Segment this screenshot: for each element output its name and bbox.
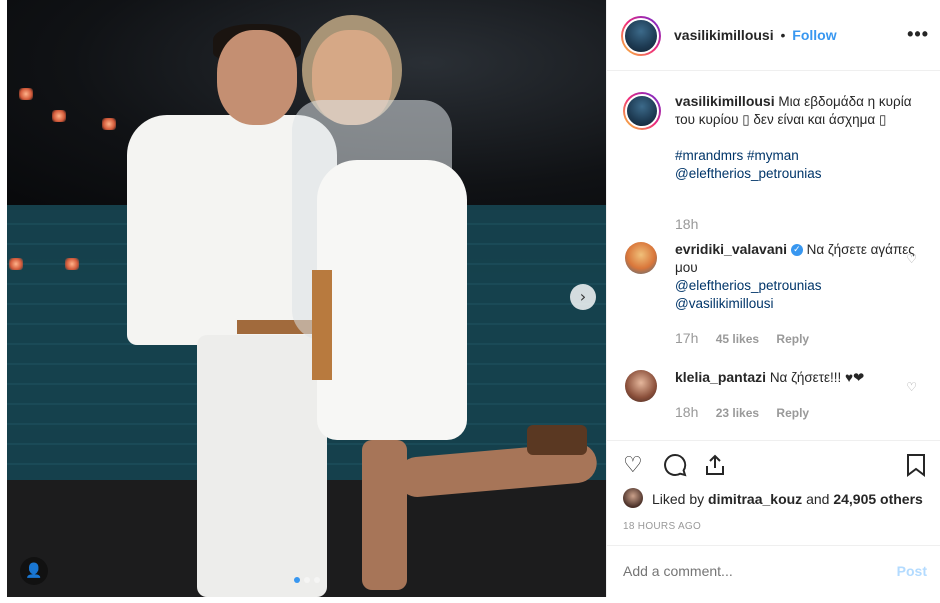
caption-hashtags[interactable]: #mrandmrs #myman	[675, 147, 915, 165]
separator-dot: •	[780, 27, 786, 43]
comment-text: Να ζήσετε!!! ♥❤	[769, 370, 865, 385]
lantern	[19, 88, 33, 100]
share-icon[interactable]	[703, 453, 727, 484]
avatar[interactable]	[625, 242, 657, 274]
comment-text-block: klelia_pantazi Να ζήσετε!!! ♥❤	[675, 368, 915, 387]
carousel-dot	[294, 577, 300, 583]
liked-by-summary: Liked by dimitraa_kouz and 24,905 others	[652, 491, 923, 507]
caption-mention[interactable]: @eleftherios_petrounias	[675, 165, 915, 183]
woman-figure	[287, 10, 606, 597]
follow-button[interactable]: Follow	[792, 27, 836, 43]
comment-age[interactable]: 17h	[675, 330, 698, 346]
liked-by-and: and	[806, 491, 830, 507]
comment-likes[interactable]: 45 likes	[716, 332, 759, 346]
comment-input[interactable]	[623, 563, 873, 579]
header-username[interactable]: vasilikimillousi	[674, 27, 774, 43]
comment-mention[interactable]: @vasilikimillousi	[675, 295, 915, 313]
post-comment-button[interactable]: Post	[897, 563, 927, 579]
post-actions: ♡ Liked by dimitraa_kouz and 24,905 othe…	[607, 440, 940, 545]
caption-username[interactable]: vasilikimillousi	[675, 93, 775, 109]
comment-meta: 18h 23 likes Reply	[675, 404, 823, 420]
post-timestamp[interactable]: 18 HOURS AGO	[623, 521, 701, 532]
comments-section: vasilikimillousi Μια εβδομάδα η κυρία το…	[607, 72, 940, 440]
avatar[interactable]	[623, 92, 661, 130]
caption: vasilikimillousi Μια εβδομάδα η κυρία το…	[623, 92, 923, 242]
avatar[interactable]	[623, 488, 643, 508]
comment-like-heart-icon[interactable]: ♡	[906, 252, 917, 266]
bookmark-icon[interactable]	[905, 453, 927, 484]
reply-button[interactable]: Reply	[776, 406, 809, 420]
heart-icon[interactable]: ♡	[623, 453, 643, 479]
avatar[interactable]	[621, 16, 661, 56]
comment-meta: 17h 45 likes Reply	[675, 330, 823, 346]
carousel-dot	[304, 577, 310, 583]
verified-badge-icon: ✓	[790, 244, 803, 257]
more-horizontal-icon[interactable]: •••	[907, 24, 929, 45]
lantern	[9, 258, 23, 270]
comment-like-heart-icon[interactable]: ♡	[906, 380, 917, 394]
comment-username[interactable]: evridiki_valavani	[675, 241, 787, 257]
carousel-indicator	[294, 577, 320, 583]
comment-mention[interactable]: @eleftherios_petrounias	[675, 277, 915, 295]
chevron-right-icon[interactable]: ›	[570, 284, 596, 310]
liked-by-user[interactable]: dimitraa_kouz	[708, 491, 802, 507]
carousel-dot	[314, 577, 320, 583]
caption-text-block: vasilikimillousi Μια εβδομάδα η κυρία το…	[675, 92, 915, 183]
avatar[interactable]	[625, 370, 657, 402]
comment-icon[interactable]	[663, 453, 687, 484]
comment-text-block: evridiki_valavani ✓ Να ζήσετε αγάπες μου…	[675, 240, 915, 313]
lantern	[102, 118, 116, 130]
comment-item: evridiki_valavani ✓ Να ζήσετε αγάπες μου…	[623, 240, 923, 350]
liked-by-others[interactable]: 24,905 others	[833, 491, 923, 507]
caption-age[interactable]: 18h	[675, 216, 698, 232]
reply-button[interactable]: Reply	[776, 332, 809, 346]
add-comment-bar: Post	[607, 545, 940, 597]
liked-by-prefix: Liked by	[652, 491, 705, 507]
lantern	[65, 258, 79, 270]
comment-likes[interactable]: 23 likes	[716, 406, 759, 420]
post-photo[interactable]: › 👤	[7, 0, 606, 597]
post-sidebar: vasilikimillousi • Follow ••• vasilikimi…	[606, 0, 940, 597]
lantern	[52, 110, 66, 122]
comment-age[interactable]: 18h	[675, 404, 698, 420]
user-tag-icon[interactable]: 👤	[20, 557, 48, 585]
post-header: vasilikimillousi • Follow •••	[607, 0, 940, 71]
comment-item: klelia_pantazi Να ζήσετε!!! ♥❤ ♡ 18h 23 …	[623, 368, 923, 438]
caption-meta: 18h	[675, 216, 712, 232]
comment-username[interactable]: klelia_pantazi	[675, 369, 766, 385]
